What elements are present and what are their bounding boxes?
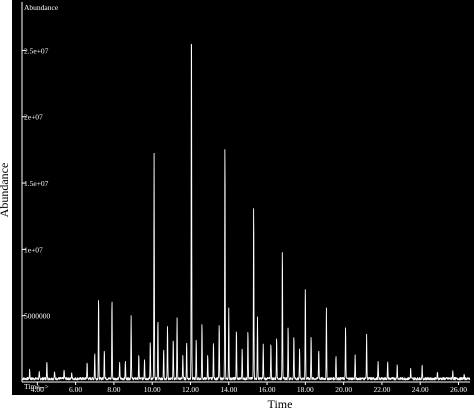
y-tick-label: 5000000	[24, 312, 51, 321]
x-tick-label: 24.00	[412, 385, 429, 394]
x-tick-label: 20.00	[335, 385, 352, 394]
x-tick-label: 14.00	[220, 385, 237, 394]
y-axis-title: Abundance	[0, 163, 11, 218]
x-tick-label: 10.00	[144, 385, 161, 394]
y-tick-label: 2.5e+07	[24, 46, 49, 55]
y-tick-label: 1.5e+07	[24, 179, 49, 188]
y-tick-label: 2e+07	[24, 113, 43, 122]
chromatogram-figure: 5000000 1e+07 1.5e+07 2e+07 2.5e+07 4.00 6.00…	[0, 0, 474, 411]
plot-background	[12, 0, 474, 395]
y-tick-label: 1e+07	[24, 245, 43, 254]
x-tick-label: 16.00	[259, 385, 276, 394]
x-tick-label: 22.00	[373, 385, 390, 394]
chromatogram-chart: 50000001e+071.5e+072e+072.5e+07 4.00 6.00…	[0, 0, 474, 411]
x-tick-label: 6.00	[69, 385, 82, 394]
x-tick-label: 18.00	[297, 385, 314, 394]
x-axis-prefix-label: Time-->	[24, 382, 49, 391]
x-tick-label: 12.00	[182, 385, 199, 394]
x-axis-title: Time	[268, 397, 293, 410]
inner-y-axis-title: Abundance	[24, 3, 59, 12]
x-tick-label: 8.00	[107, 385, 120, 394]
x-tick-label: 26.00	[450, 385, 467, 394]
